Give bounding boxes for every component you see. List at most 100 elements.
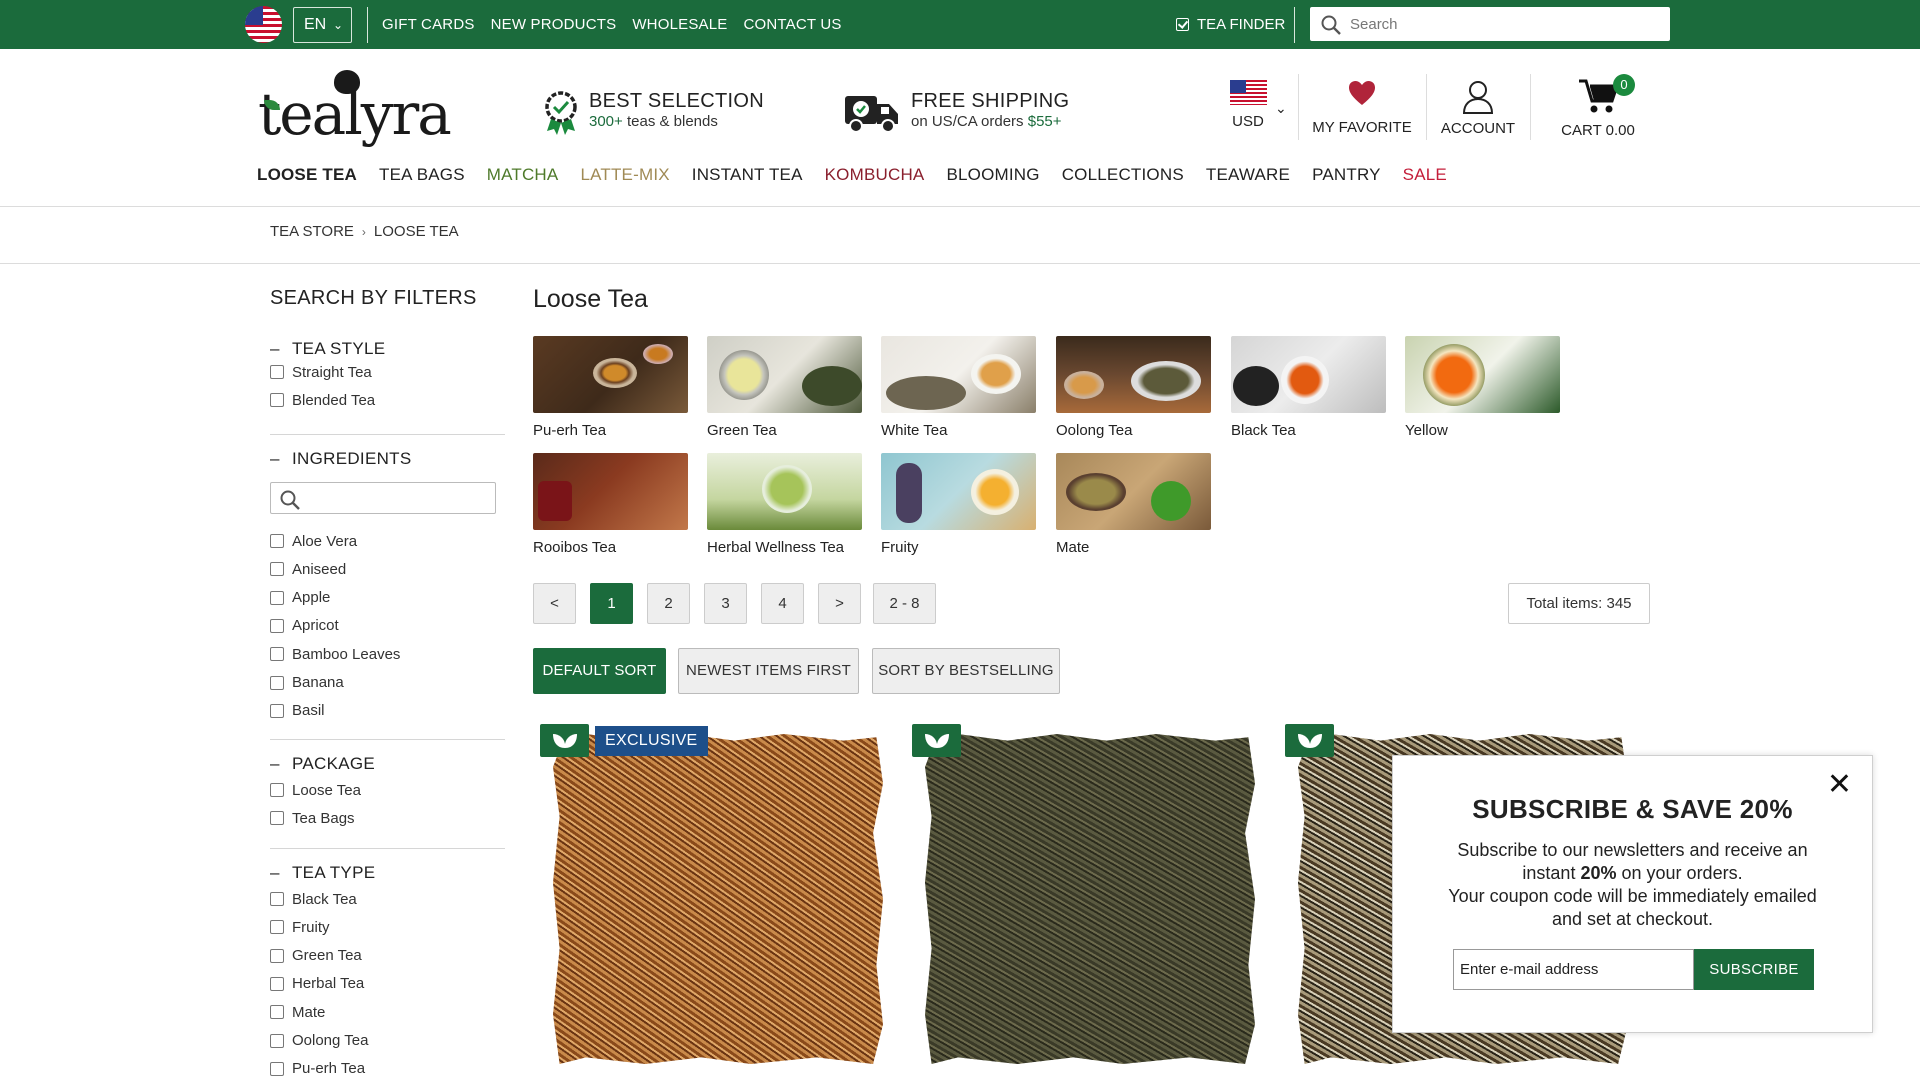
sort-bestselling-button[interactable]: SORT BY BESTSELLING [872,648,1060,694]
category-loose-tea[interactable]: LOOSE TEA [257,165,357,185]
filter-option[interactable]: Aniseed [270,560,346,578]
filter-option[interactable]: Banana [270,674,344,692]
product-card[interactable]: EXCLUSIVE [535,724,897,1080]
checkbox[interactable] [270,1061,284,1076]
category-tile-white[interactable]: White Tea [881,336,1036,439]
filter-option[interactable]: Herbal Tea [270,975,364,993]
category-kombucha[interactable]: KOMBUCHA [825,165,925,185]
category-latte-mix[interactable]: LATTE-MIX [580,165,669,185]
category-pantry[interactable]: PANTRY [1312,165,1381,185]
category-tile-rooibos[interactable]: Rooibos Tea [533,453,688,556]
checkbox[interactable] [270,948,284,963]
prev-page-button[interactable]: < [533,583,576,624]
next-page-button[interactable]: > [818,583,861,624]
tile-label: Herbal Wellness Tea [707,539,845,556]
tealyra-logo[interactable]: tealyra [258,66,452,156]
page-range-button[interactable]: 2 - 8 [873,583,936,624]
usp-shipping-text: on US/CA orders [911,113,1024,130]
page-3-button[interactable]: 3 [704,583,747,624]
fruity-tea-image [881,453,1036,530]
subscribe-button[interactable]: SUBSCRIBE [1694,949,1814,990]
filter-option[interactable]: Apricot [270,617,339,635]
filter-option[interactable]: Apple [270,589,330,607]
category-blooming[interactable]: BLOOMING [946,165,1039,185]
filter-option[interactable]: Bamboo Leaves [270,645,400,663]
filter-option[interactable]: Loose Tea [270,781,361,799]
filter-option[interactable]: Tea Bags [270,809,355,827]
category-tile-black[interactable]: Black Tea [1231,336,1386,439]
checkbox[interactable] [270,393,284,408]
category-nav: LOOSE TEA TEA BAGS MATCHA LATTE-MIX INSTANT … [257,165,1469,185]
wholesale-link[interactable]: WHOLESALE [632,16,727,33]
search-icon[interactable] [1320,14,1342,36]
currency-select[interactable]: USD [1226,76,1270,130]
filter-option[interactable]: Aloe Vera [270,532,357,550]
email-field[interactable] [1453,949,1694,990]
breadcrumb-tea-store[interactable]: TEA STORE [270,223,354,240]
category-sale[interactable]: SALE [1403,165,1447,185]
tile-label: Black Tea [1231,422,1296,439]
checkbox[interactable] [270,976,284,991]
category-matcha[interactable]: MATCHA [487,165,559,185]
close-icon[interactable]: ✕ [1827,770,1852,800]
breadcrumb-loose-tea[interactable]: LOOSE TEA [374,223,459,240]
new-products-link[interactable]: NEW PRODUCTS [491,16,617,33]
checkbox[interactable] [270,675,284,690]
filter-group-ingredients[interactable]: – INGREDIENTS [270,449,411,469]
chevron-down-icon[interactable]: ⌄ [1275,100,1287,117]
checkbox[interactable] [270,783,284,797]
filter-option[interactable]: Green Tea [270,947,362,965]
gift-cards-link[interactable]: GIFT CARDS [382,16,475,33]
checkbox[interactable] [270,562,284,577]
checkbox[interactable] [270,365,284,379]
default-sort-button[interactable]: DEFAULT SORT [533,648,666,694]
us-flag-icon[interactable] [245,6,282,43]
filter-option[interactable]: Pu-erh Tea [270,1060,365,1078]
filter-option[interactable]: Fruity [270,918,330,936]
checkbox[interactable] [270,590,284,605]
category-tile-mate[interactable]: Mate [1056,453,1211,556]
filter-group-package[interactable]: – PACKAGE [270,754,375,774]
category-tile-yellow[interactable]: Yellow [1405,336,1560,439]
checkbox[interactable] [270,647,284,662]
checkbox[interactable] [270,892,284,906]
filter-option[interactable]: Straight Tea [270,363,372,381]
filter-group-tea-type[interactable]: – TEA TYPE [270,863,375,883]
filter-option[interactable]: Basil [270,702,325,720]
category-tile-fruity[interactable]: Fruity [881,453,1036,556]
category-teaware[interactable]: TEAWARE [1206,165,1290,185]
checkbox[interactable] [270,703,284,718]
checkbox[interactable] [270,1033,284,1048]
category-tile-herbal-wellness[interactable]: Herbal Wellness Tea [707,453,862,556]
page-4-button[interactable]: 4 [761,583,804,624]
language-select[interactable]: EN ⌄ [293,7,352,43]
checkbox[interactable] [270,534,284,548]
category-tea-bags[interactable]: TEA BAGS [379,165,465,185]
tea-finder-link[interactable]: TEA FINDER [1176,0,1285,49]
my-favorite-link[interactable]: MY FAVORITE [1312,76,1412,136]
ingredients-search-input[interactable] [270,482,496,514]
checkbox[interactable] [270,618,284,633]
checkbox[interactable] [270,811,284,826]
category-collections[interactable]: COLLECTIONS [1062,165,1184,185]
category-tile-pu-erh[interactable]: Pu-erh Tea [533,336,688,439]
category-tile-green[interactable]: Green Tea [707,336,862,439]
filter-option[interactable]: Oolong Tea [270,1032,368,1050]
account-link[interactable]: ACCOUNT [1440,76,1516,137]
search-input[interactable] [1350,11,1660,37]
tile-label: Rooibos Tea [533,539,617,556]
filter-option[interactable]: Mate [270,1003,325,1021]
filter-option[interactable]: Black Tea [270,890,357,908]
page-2-button[interactable]: 2 [647,583,690,624]
checkbox[interactable] [270,920,284,935]
filter-group-tea-style[interactable]: – TEA STYLE [270,339,385,359]
white-tea-image [881,336,1036,413]
contact-us-link[interactable]: CONTACT US [743,16,841,33]
page-1-button[interactable]: 1 [590,583,633,624]
category-tile-oolong[interactable]: Oolong Tea [1056,336,1211,439]
category-instant-tea[interactable]: INSTANT TEA [692,165,803,185]
checkbox[interactable] [270,1005,284,1020]
newest-first-button[interactable]: NEWEST ITEMS FIRST [678,648,859,694]
filter-option[interactable]: Blended Tea [270,391,375,409]
product-card[interactable] [907,724,1269,1080]
